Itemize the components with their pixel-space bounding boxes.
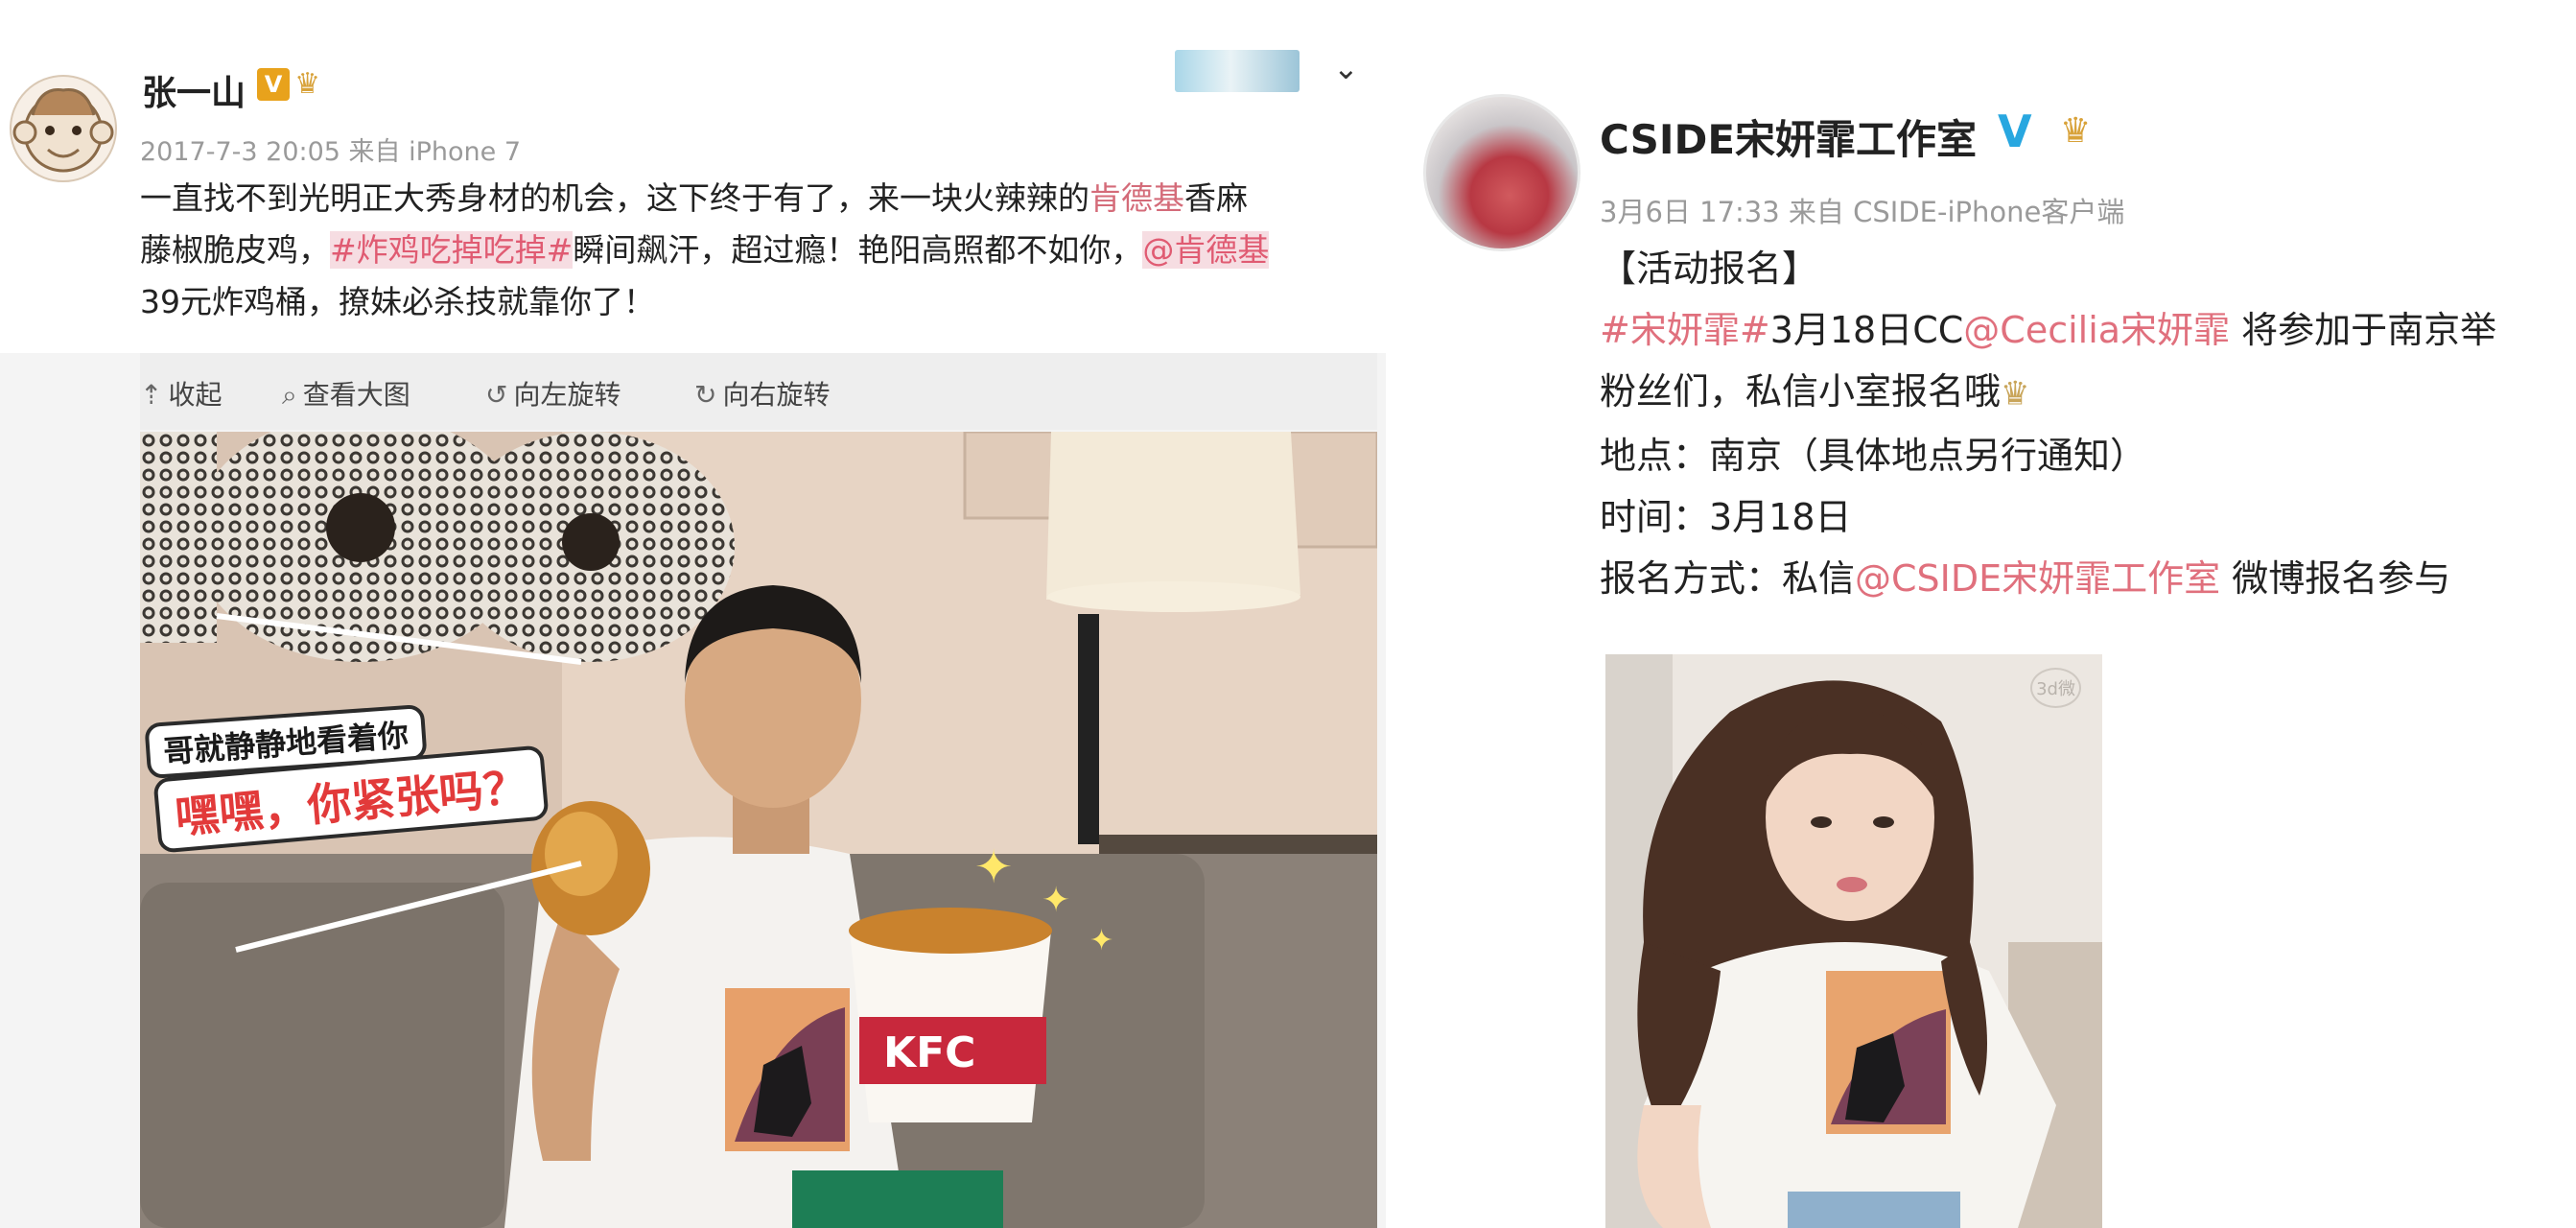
photo-scene (1605, 654, 2102, 1228)
sparkle-icon: ✦ (1089, 924, 1113, 957)
header-thumbnail (1175, 50, 1300, 92)
post-body: 一直找不到光明正大秀身材的机会，这下终于有了，来一块火辣辣的肯德基香麻 藤椒脆皮… (140, 173, 1358, 328)
post-line: 地点：南京（具体地点另行通知） (1600, 434, 2147, 477)
sparkle-icon: ✦ (1042, 881, 1070, 920)
post-timestamp: 3月6日 17:33 来自 CSIDE-iPhone客户端 (1600, 196, 2125, 228)
post-line: 一直找不到光明正大秀身材的机会，这下终于有了，来一块火辣辣的肯德基香麻 (140, 179, 1248, 217)
collapse-icon: ⇡ (140, 379, 163, 411)
monkey-avatar-icon (12, 88, 114, 173)
post-line: #宋妍霏#3月18日CC@Cecilia宋妍霏 将参加于南京举 (1600, 309, 2497, 351)
photo-watermark: 3d微 (2030, 668, 2081, 708)
author-name[interactable]: CSIDE宋妍霏工作室 (1600, 107, 1977, 166)
post-photo[interactable]: KFC ✦ ✦ ✦ 哥就静静地看着你 嘿嘿，你紧张吗？ (140, 432, 1377, 1228)
post-line: 报名方式：私信@CSIDE宋妍霏工作室 微博报名参与 (1600, 556, 2451, 600)
mention-link[interactable]: @肯德基 (1142, 231, 1270, 269)
post-photo[interactable]: 3d微 (1605, 654, 2102, 1228)
chevron-down-icon[interactable]: ⌄ (1333, 50, 1359, 86)
collect-button[interactable]: ⇡ 收起 (140, 374, 222, 413)
avatar[interactable] (10, 75, 117, 182)
rotate-right-button[interactable]: ↻ 向右旋转 (694, 374, 830, 413)
author-name[interactable]: 张一山 (142, 65, 246, 115)
post-line: 粉丝们，私信小室报名哦♛ (1600, 370, 2030, 413)
post-line: 时间：3月18日 (1600, 495, 1852, 538)
hashtag-link[interactable]: #炸鸡吃掉吃掉# (330, 231, 574, 269)
post-line: 【活动报名】 (1600, 248, 1819, 290)
rotate-left-button[interactable]: ↺ 向左旋转 (485, 374, 621, 413)
crown-icon: ♛ (294, 67, 320, 101)
mention-link[interactable]: @Cecilia宋妍霏 (1963, 309, 2230, 351)
view-large-button[interactable]: ⌕ 查看大图 (282, 374, 410, 413)
post-timestamp: 2017-7-3 20:05 来自 iPhone 7 (140, 137, 522, 167)
hashtag-link[interactable]: #宋妍霏# (1600, 309, 1770, 351)
image-toolbar: ⇡ 收起 ⌕ 查看大图 ↺ 向左旋转 ↻ 向右旋转 (140, 353, 1377, 430)
rotate-right-icon: ↻ (694, 379, 717, 411)
post-line: 39元炸鸡桶，撩妹必杀技就靠你了！ (140, 283, 655, 320)
kfc-logo-text: KFC (883, 1028, 975, 1077)
hashtag-link[interactable]: 肯德基 (1089, 179, 1184, 217)
author-badges: V ♛ (257, 67, 320, 101)
rotate-left-icon: ↺ (485, 379, 508, 411)
post-line: 藤椒脆皮鸡，#炸鸡吃掉吃掉#瞬间飙汗，超过瘾！艳阳高照都不如你，@肯德基 (140, 231, 1270, 269)
mention-link[interactable]: @CSIDE宋妍霏工作室 (1855, 557, 2220, 600)
search-icon: ⌕ (282, 379, 297, 411)
avatar[interactable] (1423, 94, 1581, 251)
verified-badge-icon: V (257, 67, 290, 101)
crown-icon: ♛ (2060, 111, 2092, 151)
post-body: 【活动报名】 #宋妍霏#3月18日CC@Cecilia宋妍霏 将参加于南京举 粉… (1600, 238, 2576, 609)
sparkle-icon: ✦ (974, 840, 1013, 894)
crown-emoji-icon: ♛ (2001, 374, 2030, 413)
verified-v-icon: V (1998, 106, 2032, 157)
